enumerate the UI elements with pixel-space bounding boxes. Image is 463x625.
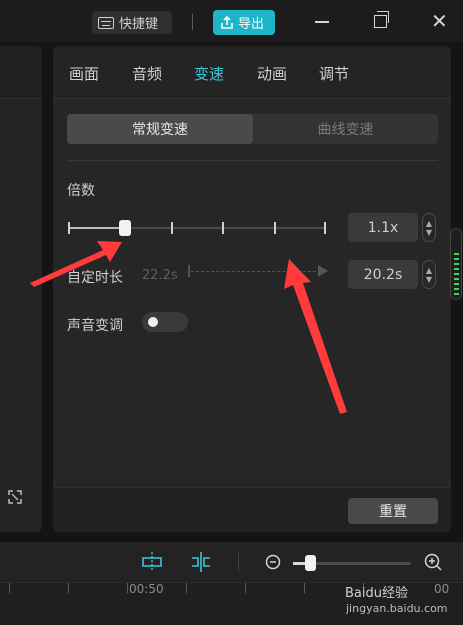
duration-dashed-line [191, 271, 321, 272]
zoom-out-icon[interactable] [265, 554, 282, 571]
shortcuts-button[interactable]: 快捷键 [92, 11, 172, 34]
original-duration: 22.2s [142, 268, 178, 283]
zoom-in-icon[interactable] [424, 553, 442, 571]
multiplier-stepper[interactable]: ▲ ▼ [422, 213, 436, 242]
export-label: 导出 [238, 17, 265, 32]
multiplier-input[interactable]: 1.1x [348, 213, 418, 242]
player-header [0, 46, 42, 99]
meter-bar [454, 283, 459, 285]
meter-bar [454, 258, 459, 260]
close-icon[interactable]: ✕ [431, 11, 448, 31]
time-label-partial: 00 [434, 582, 450, 596]
toolbar-separator [238, 553, 239, 571]
chevron-down-icon[interactable]: ▼ [426, 275, 432, 284]
titlebar-separator [192, 14, 193, 30]
meter-bar [454, 278, 459, 280]
player-panel [0, 46, 42, 532]
ruler-tick [9, 583, 10, 593]
ruler-tick [186, 583, 187, 593]
duration-stepper[interactable]: ▲ ▼ [422, 260, 436, 289]
chevron-down-icon[interactable]: ▼ [426, 228, 432, 237]
ruler-tick [68, 583, 69, 593]
maximize-icon[interactable] [374, 11, 389, 28]
ruler-tick [304, 583, 305, 593]
tab-animation[interactable]: 动画 [257, 63, 287, 84]
slider-tick [274, 222, 276, 234]
watermark-brand: Baidu经验 [345, 586, 408, 601]
meter-bar [454, 293, 459, 295]
snap-icon[interactable] [141, 552, 163, 572]
speed-slider-fill [68, 227, 125, 229]
export-icon [221, 15, 233, 29]
properties-panel: 画面 音频 变速 动画 调节 常规变速 曲线变速 倍数 1.1x ▲ ▼ 自定时… [53, 46, 451, 532]
reset-button[interactable]: 重置 [348, 498, 438, 524]
speed-slider[interactable] [68, 220, 326, 236]
panel-footer: 重置 [53, 487, 451, 532]
voice-pitch-toggle[interactable] [142, 312, 188, 332]
speed-mode-switch: 常规变速 曲线变速 [67, 114, 438, 144]
slider-tick [171, 222, 173, 234]
toggle-knob [148, 317, 158, 327]
duration-input[interactable]: 20.2s [348, 260, 418, 289]
slider-tick [324, 222, 326, 234]
tab-adjust[interactable]: 调节 [319, 63, 349, 84]
speed-slider-thumb[interactable] [119, 220, 131, 236]
divider [67, 160, 438, 161]
expand-icon[interactable] [8, 490, 22, 504]
watermark-url: jingyan.baidu.com [346, 602, 448, 615]
split-icon[interactable] [190, 552, 212, 572]
slider-tick [68, 222, 70, 234]
curve-speed-tab[interactable]: 曲线变速 [253, 114, 438, 144]
ruler-tick [127, 583, 128, 593]
meter-bar [454, 288, 459, 290]
zoom-slider-thumb[interactable] [305, 555, 316, 571]
shortcuts-label: 快捷键 [119, 17, 159, 32]
custom-duration-label: 自定时长 [67, 270, 123, 286]
arrow-right-icon [318, 265, 328, 277]
time-label: 00:50 [129, 582, 164, 596]
minimize-icon[interactable] [315, 21, 329, 23]
tab-audio[interactable]: 音频 [132, 63, 162, 84]
audio-level-meter [450, 228, 462, 300]
meter-bar [454, 263, 459, 265]
export-button[interactable]: 导出 [213, 10, 275, 35]
normal-speed-tab[interactable]: 常规变速 [67, 114, 253, 144]
tab-speed[interactable]: 变速 [194, 63, 224, 84]
keyboard-icon [98, 16, 114, 29]
slider-tick [222, 222, 224, 234]
panel-tabs: 画面 音频 变速 动画 调节 [53, 46, 451, 99]
multiplier-label: 倍数 [67, 183, 95, 199]
meter-bar [454, 273, 459, 275]
meter-bar [454, 253, 459, 255]
voice-pitch-label: 声音变调 [67, 318, 123, 334]
ruler-tick [245, 583, 246, 593]
chevron-up-icon[interactable]: ▲ [426, 219, 432, 228]
meter-bar [454, 268, 459, 270]
chevron-up-icon[interactable]: ▲ [426, 266, 432, 275]
tab-picture[interactable]: 画面 [69, 63, 99, 84]
duration-line-start [188, 265, 190, 277]
